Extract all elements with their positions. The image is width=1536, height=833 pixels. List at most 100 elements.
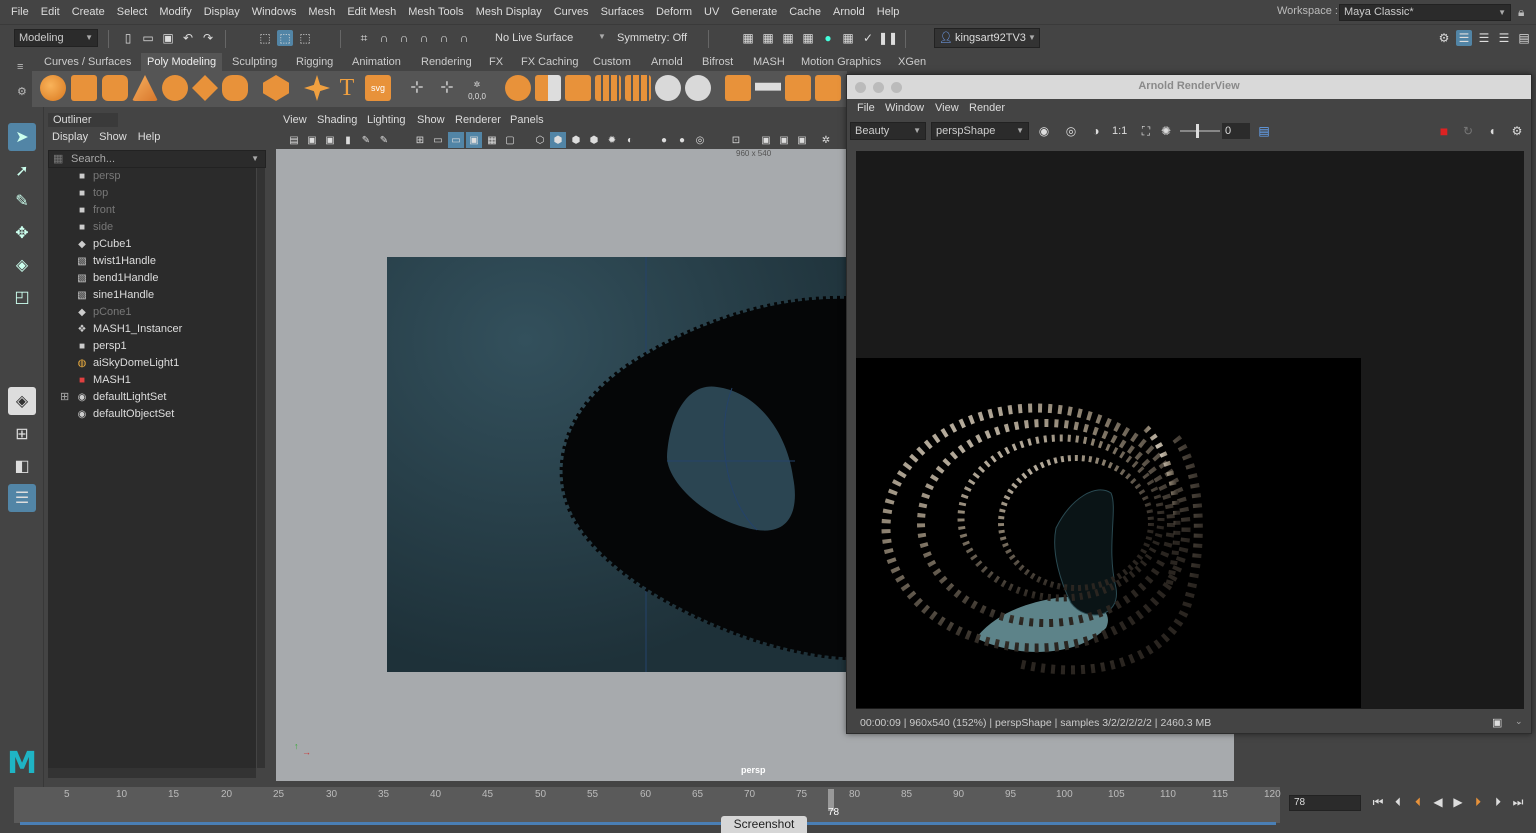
render-settings-icon[interactable]: ▦ [800,30,816,46]
grease-pencil-icon[interactable]: ✎ [376,132,392,148]
channel-box-icon[interactable]: ☰ [1496,30,1512,46]
poly-cylinder-icon[interactable] [102,75,128,101]
paint-select-icon[interactable]: ✎ [8,187,36,215]
ipr-refresh-icon[interactable]: ↻ [1460,123,1476,139]
text-tool-icon[interactable]: T [334,75,360,101]
select-hierarchy-icon[interactable]: ⬚ [257,30,273,46]
camera-select-icon[interactable]: ▤ [286,132,302,148]
snap-surface-icon[interactable]: ∩ [436,30,452,46]
viewport-menu-show[interactable]: Show [417,114,445,126]
gear-icon[interactable]: ⚙ [17,85,27,98]
2d-pan-zoom-icon[interactable]: ✎ [358,132,374,148]
outliner-item-defaultobjectset[interactable]: ◉ defaultObjectSet [48,406,256,423]
wireframe-on-shaded-icon[interactable]: ⬢ [568,132,584,148]
debug-icon[interactable]: ◖ [1484,123,1500,139]
save-scene-icon[interactable]: ▣ [160,30,176,46]
shadows-icon[interactable]: ◐ [622,132,638,148]
menu-help[interactable]: Help [871,0,906,24]
outliner-item-persp[interactable]: ■ persp [48,168,256,185]
motion-blur-icon[interactable]: ● [674,132,690,148]
exposure-field[interactable]: 0 [1222,123,1250,139]
modeling-toolkit-icon[interactable]: ⚙ [1436,30,1452,46]
tab-bifrost[interactable]: Bifrost [696,53,739,71]
measure-tool-icon[interactable]: ⊹ [404,75,430,101]
viewport-menu-shading[interactable]: Shading [317,114,357,126]
menu-windows[interactable]: Windows [246,0,303,24]
outliner-item-front[interactable]: ■ front [48,202,256,219]
xray-components-icon[interactable]: ▣ [794,132,810,148]
outliner-item-pcone1[interactable]: ◆ pCone1 [48,304,256,321]
extrude-icon[interactable] [725,75,751,101]
xray-icon[interactable]: ▣ [758,132,774,148]
outliner-item-aiskydomelight1[interactable]: ◍ aiSkyDomeLight1 [48,355,256,372]
grid-icon[interactable]: ⊞ [412,132,428,148]
center-pivot-icon[interactable]: ✲ 0,0,0 [464,75,490,101]
outliner-menu-show[interactable]: Show [99,131,127,143]
resolution-gate-icon[interactable]: ▭ [448,132,464,148]
menu-uv[interactable]: UV [698,0,725,24]
separate-icon[interactable] [535,75,561,101]
mirror-icon[interactable] [655,75,681,101]
viewport-menu-lighting[interactable]: Lighting [367,114,406,126]
pause-render-icon[interactable]: ❚❚ [878,30,898,46]
persp-outliner-icon[interactable]: ◧ [8,452,36,480]
camera-select[interactable]: perspShape ▼ [931,122,1029,140]
refresh-icon[interactable]: ✺ [1158,123,1174,139]
undo-icon[interactable]: ↶ [180,30,196,46]
outliner-layout-icon[interactable]: ☰ [8,484,36,512]
ipr-render-icon[interactable]: ▦ [780,30,796,46]
new-scene-icon[interactable]: ▯ [120,30,136,46]
stop-render-icon[interactable]: ■ [1436,123,1452,139]
user-account-button[interactable]: 👤︎ kingsart92TV3 ▼ [934,28,1040,48]
playback-range-bar[interactable] [20,822,1276,825]
attribute-editor-icon[interactable]: ☰ [1456,30,1472,46]
open-scene-icon[interactable]: ▭ [140,30,156,46]
select-object-icon[interactable]: ⬚ [277,30,293,46]
snap-edge-icon[interactable]: ∩ [456,30,472,46]
gate-mask-icon[interactable]: ▣ [466,132,482,148]
smooth-shade-icon[interactable]: ⬢ [550,132,566,148]
isolate-select-icon[interactable]: ⊡ [728,132,744,148]
move-tool-icon[interactable]: ✥ [8,219,36,247]
viewport-menu-panels[interactable]: Panels [510,114,544,126]
menu-cache[interactable]: Cache [783,0,827,24]
rotate-tool-icon[interactable]: ◈ [8,251,36,279]
tab-xgen[interactable]: XGen [892,53,932,71]
outliner-menu-help[interactable]: Help [138,131,161,143]
ratio-label[interactable]: 1:1 [1112,125,1127,137]
outliner-item-bend1handle[interactable]: ▧ bend1Handle [48,270,256,287]
menu-arnold[interactable]: Arnold [827,0,871,24]
redo-icon[interactable]: ↷ [200,30,216,46]
play-forwards-icon[interactable]: ▶ [1450,794,1466,810]
viewport-menu-view[interactable]: View [283,114,307,126]
lut-icon[interactable]: ◑ [1088,123,1104,139]
go-to-start-icon[interactable]: ⏮ [1370,794,1386,810]
go-to-end-icon[interactable]: ⏭ [1510,794,1526,810]
outliner-item-side[interactable]: ■ side [48,219,256,236]
poly-sphere-icon[interactable] [40,75,66,101]
menu-edit-mesh[interactable]: Edit Mesh [341,0,402,24]
arnold-menu-file[interactable]: File [857,102,875,114]
tab-fx[interactable]: FX [483,53,509,71]
menu-file[interactable]: File [5,0,35,24]
multi-cut-icon[interactable] [785,75,811,101]
lasso-tool-icon[interactable]: ➚ [8,157,36,185]
tool-settings-icon[interactable]: ☰ [1476,30,1492,46]
bevel-icon[interactable] [755,82,781,91]
color-channels-icon[interactable]: ◉ [1036,123,1052,139]
outliner-vertical-scrollbar[interactable] [257,168,265,768]
arnold-menu-window[interactable]: Window [885,102,924,114]
scale-tool-icon[interactable]: ◰ [8,283,36,311]
outliner-item-twist1handle[interactable]: ▧ twist1Handle [48,253,256,270]
viewport-menu-renderer[interactable]: Renderer [455,114,501,126]
poly-plane-icon[interactable] [192,75,218,101]
outliner-item-persp1[interactable]: ■ persp1 [48,338,256,355]
poly-cone-icon[interactable] [132,75,158,101]
combine-icon[interactable] [505,75,531,101]
tab-poly-modeling[interactable]: Poly Modeling [141,53,223,71]
xray-joints-icon[interactable]: ▣ [776,132,792,148]
safe-action-icon[interactable]: ▢ [502,132,518,148]
render-frame-icon[interactable]: ▦ [740,30,756,46]
expand-icon[interactable]: ⊞ [60,389,69,406]
outliner-item-pcube1[interactable]: ◆ pCube1 [48,236,256,253]
